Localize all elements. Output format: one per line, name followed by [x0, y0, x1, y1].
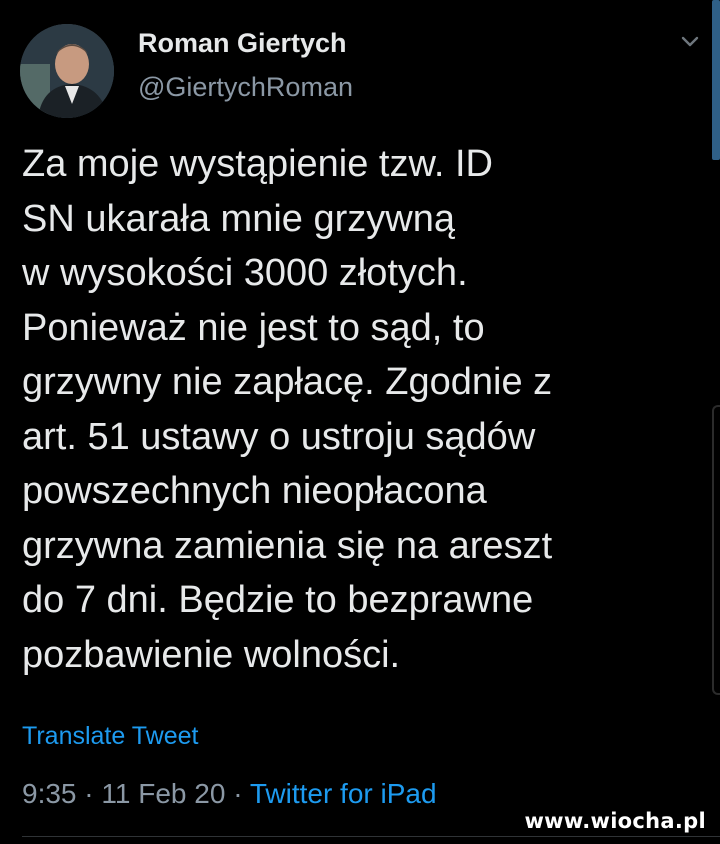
side-handle	[712, 405, 720, 695]
meta-separator: ·	[76, 778, 102, 809]
tweet-time: 9:35	[22, 778, 77, 809]
author-name[interactable]: Roman Giertych	[138, 26, 347, 60]
tweet-metadata: 9:35 · 11 Feb 20 · Twitter for iPad	[22, 776, 437, 812]
watermark: www.wiocha.pl	[524, 809, 706, 833]
chevron-down-icon[interactable]	[678, 34, 702, 50]
tweet-text: Za moje wystąpienie tzw. ID SN ukarała m…	[22, 143, 553, 676]
meta-separator: ·	[225, 778, 250, 809]
divider	[22, 836, 720, 837]
author-handle[interactable]: @GiertychRoman	[138, 70, 353, 104]
avatar[interactable]	[20, 24, 114, 118]
tweet-date: 11 Feb 20	[101, 778, 226, 809]
tweet-detail-screen: Roman Giertych @GiertychRoman Za moje wy…	[0, 0, 720, 844]
tweet-source-link[interactable]: Twitter for iPad	[250, 778, 437, 809]
avatar-photo-icon	[20, 24, 114, 118]
scrollbar-thumb[interactable]	[712, 0, 720, 160]
translate-tweet-link[interactable]: Translate Tweet	[22, 720, 198, 752]
